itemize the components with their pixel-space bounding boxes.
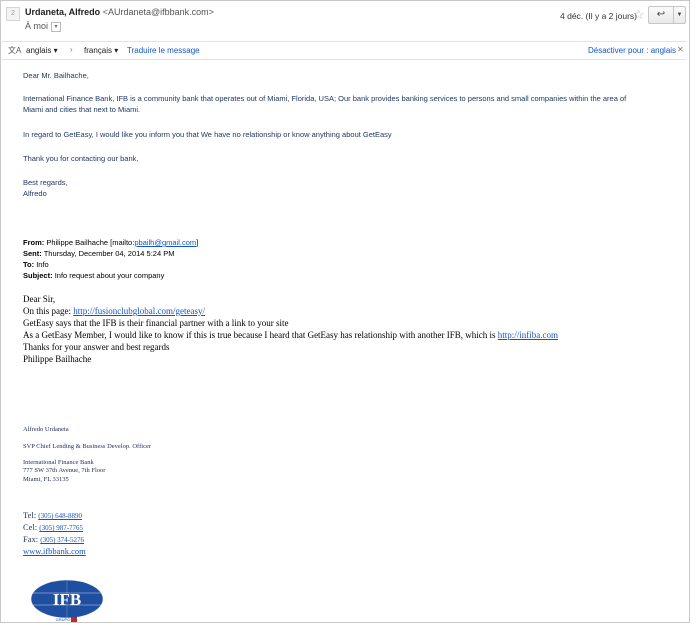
star-icon[interactable]: ☆ [633,7,645,23]
website-link[interactable]: www.ifbbank.com [23,546,86,556]
quoted-line-1-text: On this page: [23,306,74,316]
signature-org: International Finance Bank [23,459,94,466]
more-actions-button[interactable]: ▼ [673,6,686,24]
ifb-logo: IFB GRUPO [30,579,104,622]
quoted-to-label: To: [23,260,35,269]
source-language-label: anglais [26,46,52,55]
quoted-sent-label: Sent: [23,249,42,258]
chevron-down-icon: ▼ [676,12,683,18]
closing: Best regards, [23,178,68,187]
recipient-label: À moi [25,21,49,31]
quoted-dear: Dear Sir, [23,294,56,304]
translate-message-link[interactable]: Traduire le message [127,46,200,55]
sender-name[interactable]: Urdaneta, Alfredo [25,7,100,17]
message-header: 2 Urdaneta, Alfredo <AUrdaneta@ifbbank.c… [1,1,689,41]
sender-avatar: 2 [6,7,20,21]
signature-address-1: 777 SW 37th Avenue, 7th Floor [23,467,106,474]
reply-button[interactable]: ↩ [648,6,674,24]
quoted-line-5: Philippe Bailhache [23,354,92,364]
quoted-line-1: On this page: http://fusionclubglobal.co… [23,306,205,316]
greeting: Dear Mr. Bailhache, [23,71,89,80]
quoted-line-4: Thanks for your answer and best regards [23,342,170,352]
quoted-line-3-text: As a GetEasy Member, I would like to kno… [23,330,498,340]
paragraph-3: Thank you for contacting our bank, [23,154,139,163]
disable-translation-link[interactable]: Désactiver pour : anglais [588,46,676,55]
quoted-subject-value: Info request about your company [54,271,165,280]
signature-address-2: Miami, FL 33135 [23,476,69,483]
quoted-line-2: GetEasy says that the IFB is their finan… [23,318,289,328]
paragraph-1-line-1: International Finance Bank, IFB is a com… [23,94,627,103]
paragraph-2: In regard to GetEasy, I would like you i… [23,130,392,139]
message-date: 4 déc. (Il y a 2 jours) [560,11,638,21]
signature-title: SVP Chief Lending & Business Develop. Of… [23,443,151,450]
signature-fax: Fax: (305) 374-5276 [23,534,84,544]
fusionclub-link[interactable]: http://fusionclubglobal.com/geteasy/ [73,306,205,316]
signature-name: Alfredo Urdaneta [23,426,69,433]
reply-icon: ↩ [656,9,666,20]
translate-icon: 文A [8,46,22,55]
quoted-sent: Sent: Thursday, December 04, 2014 5:24 P… [23,249,174,258]
quoted-from-value: Philippe Bailhache [mailto: [46,238,135,247]
quoted-subject: Subject: Info request about your company [23,271,164,280]
quoted-to-value: Info [36,260,49,269]
show-details-icon[interactable]: ▾ [51,21,62,32]
paragraph-1-line-2: Miami and cities that next to Miami. [23,105,141,114]
source-language-select[interactable]: anglais ▾ [26,46,58,55]
quoted-from-end: ] [196,238,199,247]
tel-label: Tel: [23,510,39,520]
translation-bar: 文A anglais ▾ › français ▾ Traduire le me… [2,41,686,60]
recipient-line: À moi ▾ [25,21,62,32]
quoted-to: To: Info [23,260,49,269]
signature-website: www.ifbbank.com [23,546,86,556]
logo-text: IFB [53,590,81,609]
tel-link[interactable]: (305) 648-8890 [38,512,82,520]
quoted-subject-label: Subject: [23,271,53,280]
quoted-from: From: Philippe Bailhache [mailto:pbailh@… [23,238,198,247]
cel-link[interactable]: (305) 987-7765 [39,524,83,532]
signoff: Alfredo [23,189,47,198]
target-language-label: français [84,46,113,55]
sender-info: Urdaneta, Alfredo <AUrdaneta@ifbbank.com… [25,7,214,17]
target-language-select[interactable]: français ▾ [84,46,118,55]
close-icon[interactable]: ✕ [677,45,684,54]
quoted-from-email-link[interactable]: pbailh@gmail.com [134,238,196,247]
sender-email: <AUrdaneta@ifbbank.com> [102,7,214,17]
fax-label: Fax: [23,534,41,544]
cel-label: Cel: [23,522,40,532]
quoted-from-label: From: [23,238,45,247]
fax-link[interactable]: (305) 374-5276 [40,536,84,544]
logo-subtext: GRUPO [56,617,71,622]
quoted-sent-value: Thursday, December 04, 2014 5:24 PM [43,249,175,258]
signature-cel: Cel: (305) 987-7765 [23,522,83,532]
quoted-line-3: As a GetEasy Member, I would like to kno… [23,330,558,340]
reply-controls: ↩ ▼ [648,6,686,24]
email-message-view: 2 Urdaneta, Alfredo <AUrdaneta@ifbbank.c… [0,0,690,623]
logo-badge [71,617,77,622]
infiba-link[interactable]: http://infiba.com [498,330,558,340]
arrow-right-icon: › [70,45,73,54]
signature-tel: Tel: (305) 648-8890 [23,510,82,520]
